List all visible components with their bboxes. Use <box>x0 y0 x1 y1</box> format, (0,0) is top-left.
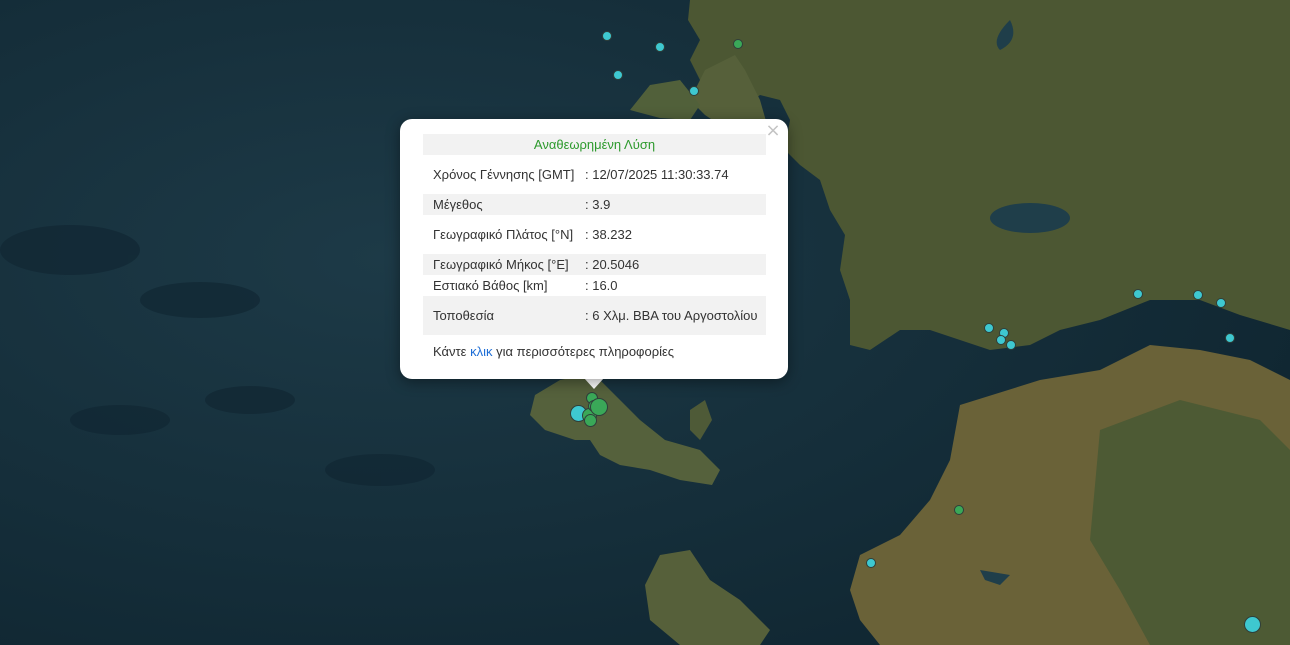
earthquake-marker[interactable] <box>984 323 994 333</box>
close-popup-button[interactable]: × <box>764 122 782 140</box>
more-info-suffix: για περισσότερες πληροφορίες <box>492 344 675 359</box>
latitude-value: : 38.232 <box>585 226 632 242</box>
earthquake-marker[interactable] <box>655 42 665 52</box>
popup-header: Αναθεωρημένη Λύση <box>423 134 766 155</box>
earthquake-marker[interactable] <box>584 414 597 427</box>
earthquake-marker[interactable] <box>1193 290 1203 300</box>
satellite-map[interactable]: × Αναθεωρημένη Λύση Χρόνος Γέννησης [GMT… <box>0 0 1290 645</box>
earthquake-marker[interactable] <box>1225 333 1235 343</box>
earthquake-info-popup: × Αναθεωρημένη Λύση Χρόνος Γέννησης [GMT… <box>400 119 788 379</box>
more-info-link[interactable]: κλικ <box>470 344 492 359</box>
earthquake-marker[interactable] <box>602 31 612 41</box>
location-label: Τοποθεσία <box>423 296 581 335</box>
earthquake-marker[interactable] <box>590 398 608 416</box>
earthquake-marker[interactable] <box>1006 340 1016 350</box>
earthquake-marker[interactable] <box>954 505 964 515</box>
location-value: : 6 Χλμ. ΒΒΑ του Αργοστολίου <box>581 296 766 335</box>
origin-time-value: : 12/07/2025 11:30:33.74 <box>585 166 729 182</box>
more-info-prefix: Κάντε <box>433 344 471 359</box>
earthquake-marker[interactable] <box>1216 298 1226 308</box>
magnitude-label: Μέγεθος <box>423 194 581 215</box>
earthquake-marker[interactable] <box>996 335 1006 345</box>
depth-value: : 16.0 <box>585 277 618 293</box>
depth-label: Εστιακό Βάθος [km] <box>433 277 548 293</box>
earthquake-marker[interactable] <box>613 70 623 80</box>
more-info-line: Κάντε κλικ για περισσότερες πληροφορίες <box>433 344 674 359</box>
earthquake-details-table: Αναθεωρημένη Λύση Χρόνος Γέννησης [GMT] … <box>423 134 766 335</box>
earthquake-marker[interactable] <box>689 86 699 96</box>
popup-tip <box>584 378 604 389</box>
earthquake-marker[interactable] <box>1244 616 1261 633</box>
magnitude-value: : 3.9 <box>581 194 766 215</box>
earthquake-marker[interactable] <box>1133 289 1143 299</box>
longitude-value: : 20.5046 <box>581 254 766 275</box>
longitude-label: Γεωγραφικό Μήκος [°E] <box>423 254 581 275</box>
earthquake-marker[interactable] <box>733 39 743 49</box>
earthquake-marker[interactable] <box>866 558 876 568</box>
origin-time-label: Χρόνος Γέννησης [GMT] <box>433 166 575 182</box>
latitude-label: Γεωγραφικό Πλάτος [°N] <box>433 226 574 242</box>
lake-trichonida <box>990 203 1070 233</box>
